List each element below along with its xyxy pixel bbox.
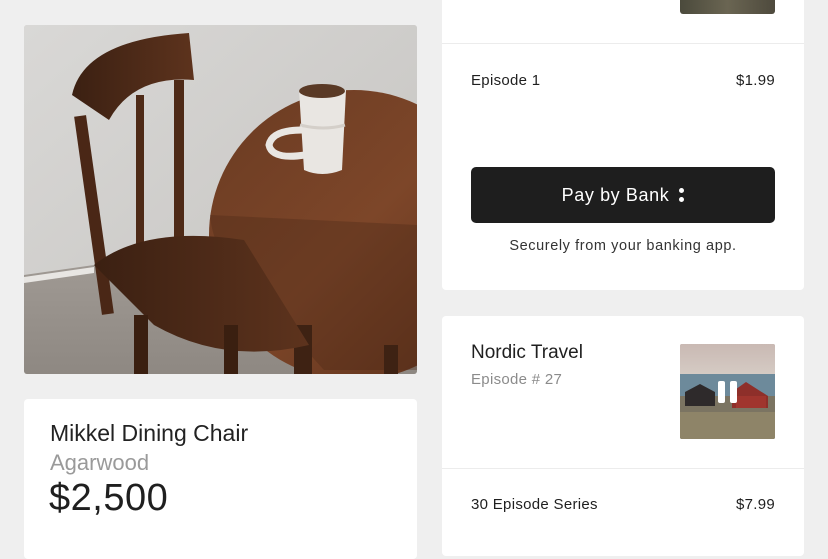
divider: [442, 43, 804, 44]
product-price: $2,500: [49, 477, 169, 519]
series-label: 30 Episode Series: [471, 496, 598, 513]
pause-icon: [718, 381, 738, 403]
episode-subtitle: Episode # 27: [471, 371, 563, 388]
payment-note: Securely from your banking app.: [509, 238, 737, 254]
episode-card: Nordic Travel Episode # 27 30 Episode Se…: [442, 316, 804, 556]
item-label: Episode 1: [471, 72, 541, 89]
pay-button-label: Pay by Bank: [561, 184, 670, 205]
product-material: Agarwood: [50, 450, 150, 475]
payment-card: Episode 1 $1.99 Pay by Bank Securely fro…: [442, 0, 804, 290]
chair-table-illustration: [24, 25, 417, 374]
pay-by-bank-button[interactable]: Pay by Bank: [471, 167, 775, 223]
series-price: $7.99: [735, 496, 775, 513]
bank-dots-icon: [679, 188, 685, 202]
product-title: Mikkel Dining Chair: [50, 420, 249, 446]
episode-thumbnail-partial: [680, 0, 775, 14]
product-card: Mikkel Dining Chair Agarwood $2,500: [24, 399, 417, 559]
product-image: [24, 25, 417, 374]
divider: [442, 468, 804, 469]
item-price: $1.99: [735, 72, 775, 89]
episode-title: Nordic Travel: [471, 342, 583, 363]
episode-thumbnail[interactable]: [680, 344, 775, 439]
